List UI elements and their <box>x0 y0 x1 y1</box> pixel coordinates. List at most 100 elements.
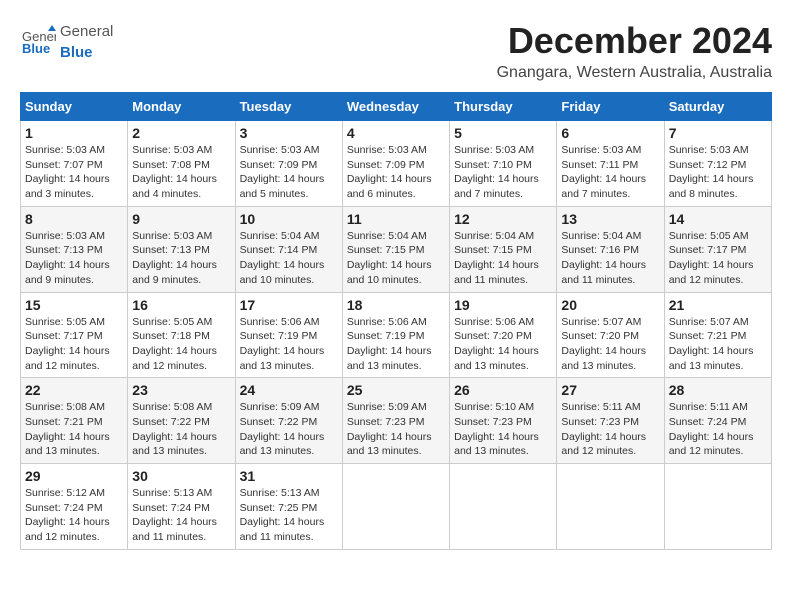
calendar-cell <box>557 464 664 550</box>
calendar-table: SundayMondayTuesdayWednesdayThursdayFrid… <box>20 92 772 550</box>
day-number: 1 <box>25 125 123 141</box>
calendar-cell: 6 Sunrise: 5:03 AMSunset: 7:11 PMDaylight… <box>557 121 664 207</box>
day-number: 16 <box>132 297 230 313</box>
day-info: Sunrise: 5:11 AMSunset: 7:23 PMDaylight:… <box>561 400 659 459</box>
day-header-wednesday: Wednesday <box>342 93 449 121</box>
calendar-cell: 24 Sunrise: 5:09 AMSunset: 7:22 PMDayligh… <box>235 378 342 464</box>
day-info: Sunrise: 5:04 AMSunset: 7:15 PMDaylight:… <box>347 229 445 288</box>
day-info: Sunrise: 5:03 AMSunset: 7:12 PMDaylight:… <box>669 143 767 202</box>
calendar-cell: 12 Sunrise: 5:04 AMSunset: 7:15 PMDayligh… <box>450 206 557 292</box>
calendar-cell: 2 Sunrise: 5:03 AMSunset: 7:08 PMDaylight… <box>128 121 235 207</box>
day-number: 31 <box>240 468 338 484</box>
day-info: Sunrise: 5:11 AMSunset: 7:24 PMDaylight:… <box>669 400 767 459</box>
day-number: 26 <box>454 382 552 398</box>
day-info: Sunrise: 5:03 AMSunset: 7:11 PMDaylight:… <box>561 143 659 202</box>
svg-text:Blue: Blue <box>22 41 50 56</box>
location-title: Gnangara, Western Australia, Australia <box>497 64 772 82</box>
day-number: 30 <box>132 468 230 484</box>
day-number: 10 <box>240 211 338 227</box>
calendar-cell: 8 Sunrise: 5:03 AMSunset: 7:13 PMDaylight… <box>21 206 128 292</box>
calendar-cell: 13Sunrise: 5:04 AMSunset: 7:16 PMDayligh… <box>557 206 664 292</box>
day-number: 3 <box>240 125 338 141</box>
day-number: 15 <box>25 297 123 313</box>
calendar-header-row: SundayMondayTuesdayWednesdayThursdayFrid… <box>21 93 772 121</box>
day-info: Sunrise: 5:03 AMSunset: 7:09 PMDaylight:… <box>240 143 338 202</box>
day-number: 20 <box>561 297 659 313</box>
day-number: 7 <box>669 125 767 141</box>
day-number: 9 <box>132 211 230 227</box>
day-number: 8 <box>25 211 123 227</box>
calendar-cell: 16 Sunrise: 5:05 AMSunset: 7:18 PMDayligh… <box>128 292 235 378</box>
day-info: Sunrise: 5:05 AMSunset: 7:17 PMDaylight:… <box>669 229 767 288</box>
calendar-cell <box>664 464 771 550</box>
day-info: Sunrise: 5:09 AMSunset: 7:22 PMDaylight:… <box>240 400 338 459</box>
calendar-cell: 29 Sunrise: 5:12 AMSunset: 7:24 PMDayligh… <box>21 464 128 550</box>
calendar-cell: 19Sunrise: 5:06 AMSunset: 7:20 PMDayligh… <box>450 292 557 378</box>
day-info: Sunrise: 5:09 AMSunset: 7:23 PMDaylight:… <box>347 400 445 459</box>
day-number: 5 <box>454 125 552 141</box>
day-info: Sunrise: 5:03 AMSunset: 7:10 PMDaylight:… <box>454 143 552 202</box>
day-info: Sunrise: 5:05 AMSunset: 7:17 PMDaylight:… <box>25 315 123 374</box>
day-info: Sunrise: 5:04 AMSunset: 7:14 PMDaylight:… <box>240 229 338 288</box>
calendar-cell: 23 Sunrise: 5:08 AMSunset: 7:22 PMDayligh… <box>128 378 235 464</box>
day-number: 2 <box>132 125 230 141</box>
day-info: Sunrise: 5:08 AMSunset: 7:21 PMDaylight:… <box>25 400 123 459</box>
calendar-body: 1Sunrise: 5:03 AMSunset: 7:07 PMDaylight… <box>21 121 772 550</box>
calendar-cell: 15 Sunrise: 5:05 AMSunset: 7:17 PMDayligh… <box>21 292 128 378</box>
week-row-2: 8 Sunrise: 5:03 AMSunset: 7:13 PMDaylight… <box>21 206 772 292</box>
day-info: Sunrise: 5:04 AMSunset: 7:15 PMDaylight:… <box>454 229 552 288</box>
day-number: 28 <box>669 382 767 398</box>
day-number: 22 <box>25 382 123 398</box>
day-info: Sunrise: 5:06 AMSunset: 7:19 PMDaylight:… <box>347 315 445 374</box>
page-header: General Blue General Blue December 2024 … <box>20 20 772 82</box>
day-info: Sunrise: 5:06 AMSunset: 7:19 PMDaylight:… <box>240 315 338 374</box>
day-info: Sunrise: 5:12 AMSunset: 7:24 PMDaylight:… <box>25 486 123 545</box>
calendar-cell: 18 Sunrise: 5:06 AMSunset: 7:19 PMDayligh… <box>342 292 449 378</box>
day-info: Sunrise: 5:03 AMSunset: 7:08 PMDaylight:… <box>132 143 230 202</box>
day-header-friday: Friday <box>557 93 664 121</box>
calendar-cell: 21 Sunrise: 5:07 AMSunset: 7:21 PMDayligh… <box>664 292 771 378</box>
logo-icon: General Blue <box>20 23 56 59</box>
day-info: Sunrise: 5:05 AMSunset: 7:18 PMDaylight:… <box>132 315 230 374</box>
day-number: 18 <box>347 297 445 313</box>
week-row-5: 29 Sunrise: 5:12 AMSunset: 7:24 PMDayligh… <box>21 464 772 550</box>
week-row-4: 22 Sunrise: 5:08 AMSunset: 7:21 PMDayligh… <box>21 378 772 464</box>
calendar-cell: 30 Sunrise: 5:13 AMSunset: 7:24 PMDayligh… <box>128 464 235 550</box>
day-number: 6 <box>561 125 659 141</box>
day-number: 23 <box>132 382 230 398</box>
calendar-cell: 5 Sunrise: 5:03 AMSunset: 7:10 PMDaylight… <box>450 121 557 207</box>
calendar-cell: 1Sunrise: 5:03 AMSunset: 7:07 PMDaylight… <box>21 121 128 207</box>
calendar-cell: 7 Sunrise: 5:03 AMSunset: 7:12 PMDaylight… <box>664 121 771 207</box>
logo: General Blue General Blue <box>20 20 113 62</box>
title-area: December 2024 Gnangara, Western Australi… <box>497 20 772 82</box>
day-info: Sunrise: 5:07 AMSunset: 7:20 PMDaylight:… <box>561 315 659 374</box>
day-number: 12 <box>454 211 552 227</box>
day-info: Sunrise: 5:03 AMSunset: 7:13 PMDaylight:… <box>25 229 123 288</box>
day-header-thursday: Thursday <box>450 93 557 121</box>
day-number: 13 <box>561 211 659 227</box>
calendar-cell <box>450 464 557 550</box>
day-number: 17 <box>240 297 338 313</box>
day-info: Sunrise: 5:07 AMSunset: 7:21 PMDaylight:… <box>669 315 767 374</box>
calendar-cell: 10 Sunrise: 5:04 AMSunset: 7:14 PMDayligh… <box>235 206 342 292</box>
day-number: 29 <box>25 468 123 484</box>
day-header-saturday: Saturday <box>664 93 771 121</box>
day-header-tuesday: Tuesday <box>235 93 342 121</box>
day-header-monday: Monday <box>128 93 235 121</box>
day-number: 24 <box>240 382 338 398</box>
calendar-cell: 9Sunrise: 5:03 AMSunset: 7:13 PMDaylight… <box>128 206 235 292</box>
calendar-cell: 20 Sunrise: 5:07 AMSunset: 7:20 PMDayligh… <box>557 292 664 378</box>
calendar-cell: 11Sunrise: 5:04 AMSunset: 7:15 PMDayligh… <box>342 206 449 292</box>
calendar-cell: 25Sunrise: 5:09 AMSunset: 7:23 PMDayligh… <box>342 378 449 464</box>
calendar-cell: 3 Sunrise: 5:03 AMSunset: 7:09 PMDaylight… <box>235 121 342 207</box>
day-info: Sunrise: 5:13 AMSunset: 7:24 PMDaylight:… <box>132 486 230 545</box>
day-info: Sunrise: 5:10 AMSunset: 7:23 PMDaylight:… <box>454 400 552 459</box>
day-info: Sunrise: 5:08 AMSunset: 7:22 PMDaylight:… <box>132 400 230 459</box>
calendar-cell <box>342 464 449 550</box>
calendar-cell: 17 Sunrise: 5:06 AMSunset: 7:19 PMDayligh… <box>235 292 342 378</box>
day-info: Sunrise: 5:13 AMSunset: 7:25 PMDaylight:… <box>240 486 338 545</box>
logo-general-text: General <box>60 23 113 40</box>
calendar-cell: 14Sunrise: 5:05 AMSunset: 7:17 PMDayligh… <box>664 206 771 292</box>
day-number: 4 <box>347 125 445 141</box>
day-number: 21 <box>669 297 767 313</box>
